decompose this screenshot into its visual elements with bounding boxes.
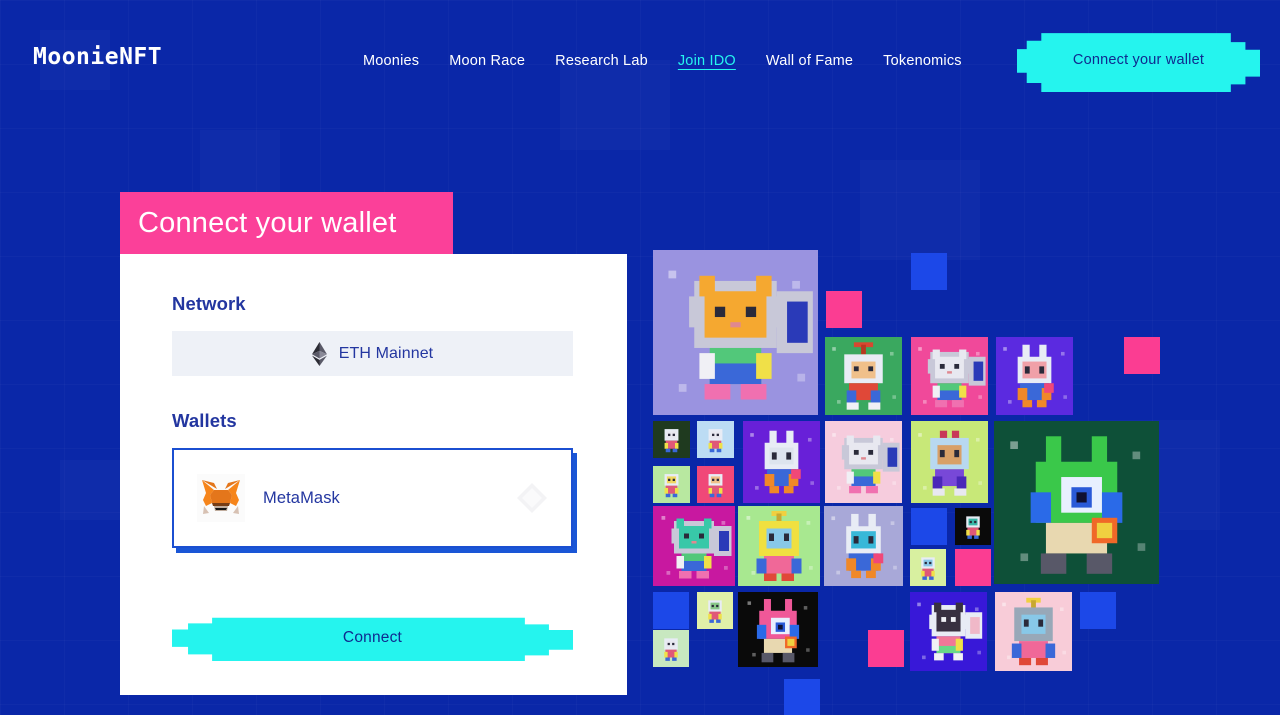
mosaic-square-pink-square-bottom xyxy=(868,630,904,667)
nav-item-tokenomics[interactable]: Tokenomics xyxy=(882,51,963,71)
site-header: MoonieNFT Moonies Moon Race Research Lab… xyxy=(0,0,1280,120)
nft-tile-small-lightgreen xyxy=(653,466,690,503)
nft-tile-tiny-teal-bottom xyxy=(653,630,689,667)
metamask-fox-icon xyxy=(197,474,245,522)
nft-tile-propeller-kid-green xyxy=(825,337,902,415)
nft-tile-alien-big-green xyxy=(994,421,1159,584)
nft-tile-bunny-cyan-lavender xyxy=(824,506,903,586)
wallet-list: MetaMask xyxy=(172,448,577,553)
main-navigation: Moonies Moon Race Research Lab Join IDO … xyxy=(362,51,963,71)
network-name: ETH Mainnet xyxy=(338,344,434,362)
nft-tile-small-pink xyxy=(697,466,734,503)
modal-body: Network ETH Mainnet Wallets MetaMask Con… xyxy=(120,254,627,695)
nft-tile-cat-magenta xyxy=(653,506,735,586)
nav-item-research-lab[interactable]: Research Lab xyxy=(554,51,649,71)
nft-tile-yellow-robot-lime xyxy=(738,506,820,586)
nft-tile-tiny-lime-bottom xyxy=(697,592,733,629)
wallet-option-metamask[interactable]: MetaMask xyxy=(172,448,573,548)
mosaic-square-pink-square-right xyxy=(1124,337,1160,374)
connect-button-wrap: Connect xyxy=(172,614,573,661)
wallet-name-metamask: MetaMask xyxy=(263,488,340,507)
nft-tile-helmet-kid-lime xyxy=(911,421,988,503)
nav-item-join-ido[interactable]: Join IDO xyxy=(677,51,737,71)
ethereum-icon xyxy=(311,341,327,366)
modal-header: Connect your wallet xyxy=(120,192,453,254)
nft-tile-robot-pink-bottom xyxy=(995,592,1072,671)
wallets-label: Wallets xyxy=(172,410,237,431)
nft-tile-bunny-blue xyxy=(996,337,1073,415)
nft-tile-cat-astronaut-purple xyxy=(653,250,818,415)
nav-item-wall-of-fame[interactable]: Wall of Fame xyxy=(765,51,854,71)
modal-title: Connect your wallet xyxy=(138,206,397,239)
network-label: Network xyxy=(172,293,246,314)
nav-item-moon-race[interactable]: Moon Race xyxy=(448,51,526,71)
nft-tile-pink-alien-black xyxy=(738,592,818,667)
network-selector[interactable]: ETH Mainnet xyxy=(172,331,573,376)
nav-item-moonies[interactable]: Moonies xyxy=(362,51,420,71)
mosaic-square-pink-square-1 xyxy=(826,291,862,328)
nft-tile-bunny-purple-grid xyxy=(743,421,820,503)
nft-tile-tiny-lime xyxy=(910,549,946,586)
mosaic-square-pink-square-mid xyxy=(955,549,991,586)
site-logo[interactable]: MoonieNFT xyxy=(33,44,162,70)
mosaic-square-blue-square-top xyxy=(911,253,947,290)
mosaic-square-blue-square-mid xyxy=(653,592,689,629)
nft-tile-tiny-black xyxy=(955,508,991,545)
nft-tile-dog-blue-purple xyxy=(910,592,987,671)
header-connect-wallet-button[interactable]: Connect your wallet xyxy=(1017,33,1260,92)
connect-button[interactable]: Connect xyxy=(172,617,573,661)
mosaic-square-blue-square-right-bottom xyxy=(1080,592,1116,629)
nft-tile-cat-helmet-pink xyxy=(911,337,988,415)
nft-tile-small-lightblue xyxy=(697,421,734,458)
connect-wallet-modal: Connect your wallet Network ETH Mainnet … xyxy=(120,192,627,695)
nft-tile-cat-mirror-pink xyxy=(825,421,902,503)
diamond-check-icon xyxy=(515,481,549,515)
mosaic-square-blue-square-left xyxy=(911,508,947,545)
nft-tile-small-green-1 xyxy=(653,421,690,458)
mosaic-square-blue-square-very-bottom xyxy=(784,679,820,715)
